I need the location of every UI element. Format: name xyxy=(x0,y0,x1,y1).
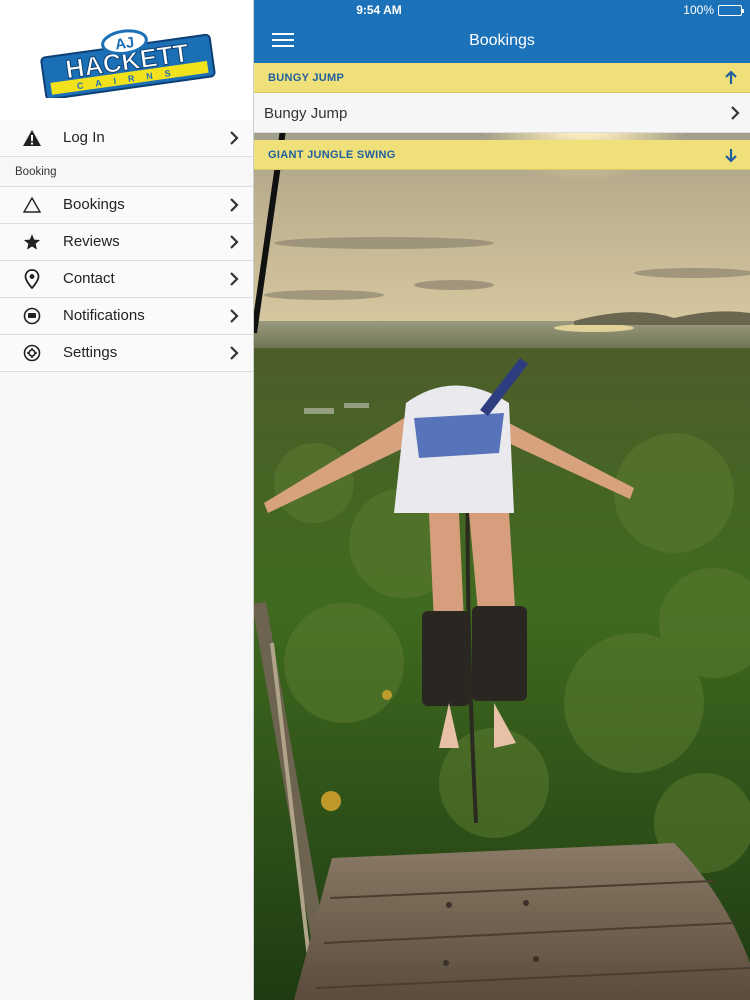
sidebar-item-login[interactable]: Log In xyxy=(0,120,253,157)
sidebar-item-contact[interactable]: Contact xyxy=(0,261,253,298)
star-icon xyxy=(22,232,42,252)
location-pin-icon xyxy=(22,269,42,289)
sidebar-item-label: Settings xyxy=(63,344,118,361)
chevron-right-icon xyxy=(230,198,239,212)
sidebar-item-label: Reviews xyxy=(63,233,120,250)
status-battery: 100% xyxy=(683,3,744,17)
sidebar-item-bookings[interactable]: Bookings xyxy=(0,187,253,224)
chevron-right-icon xyxy=(230,309,239,323)
accordion-header-label: BUNGY JUMP xyxy=(268,72,345,84)
chevron-right-icon xyxy=(731,106,740,120)
list-item-label: Bungy Jump xyxy=(264,105,348,122)
side-menu: HACKETT CAIRNS AJ Log In Booking Booking… xyxy=(0,0,254,1000)
arrow-up-icon xyxy=(725,70,737,84)
svg-text:AJ: AJ xyxy=(114,34,135,54)
logo-area: HACKETT CAIRNS AJ xyxy=(0,0,253,120)
sidebar-item-notifications[interactable]: Notifications xyxy=(0,298,253,335)
arrow-down-icon xyxy=(725,149,737,163)
accordion-header-label: GIANT JUNGLE SWING xyxy=(268,149,396,161)
sidebar-section-booking: Booking xyxy=(0,157,253,187)
status-time: 9:54 AM xyxy=(356,3,402,17)
navigation-bar: 9:54 AM 100% Bookings xyxy=(254,0,750,63)
chevron-right-icon xyxy=(230,346,239,360)
sidebar-empty-area xyxy=(0,372,253,1000)
battery-icon xyxy=(718,4,744,16)
warning-icon xyxy=(22,128,42,148)
aj-hackett-cairns-logo: HACKETT CAIRNS AJ xyxy=(40,29,216,98)
sidebar-item-label: Log In xyxy=(63,129,105,146)
battery-percent: 100% xyxy=(683,3,714,17)
sidebar-item-label: Bookings xyxy=(63,196,125,213)
chevron-right-icon xyxy=(230,131,239,145)
triangle-icon xyxy=(22,195,42,215)
accordion-header-giant-jungle-swing[interactable]: GIANT JUNGLE SWING xyxy=(254,140,750,170)
accordion-header-bungy-jump[interactable]: BUNGY JUMP xyxy=(254,63,750,93)
main-content: 9:54 AM 100% Bookings BUNGY JUMP Bungy J… xyxy=(254,0,750,1000)
chevron-right-icon xyxy=(230,272,239,286)
page-title: Bookings xyxy=(469,32,535,49)
chat-bubble-icon xyxy=(22,306,42,326)
gear-icon xyxy=(22,343,42,363)
sidebar-item-reviews[interactable]: Reviews xyxy=(0,224,253,261)
list-item-bungy-jump[interactable]: Bungy Jump xyxy=(254,93,750,133)
bungy-jump-photo xyxy=(254,63,750,1000)
chevron-right-icon xyxy=(230,235,239,249)
sidebar-item-label: Contact xyxy=(63,270,115,287)
sidebar-item-label: Notifications xyxy=(63,307,145,324)
sidebar-item-settings[interactable]: Settings xyxy=(0,335,253,372)
